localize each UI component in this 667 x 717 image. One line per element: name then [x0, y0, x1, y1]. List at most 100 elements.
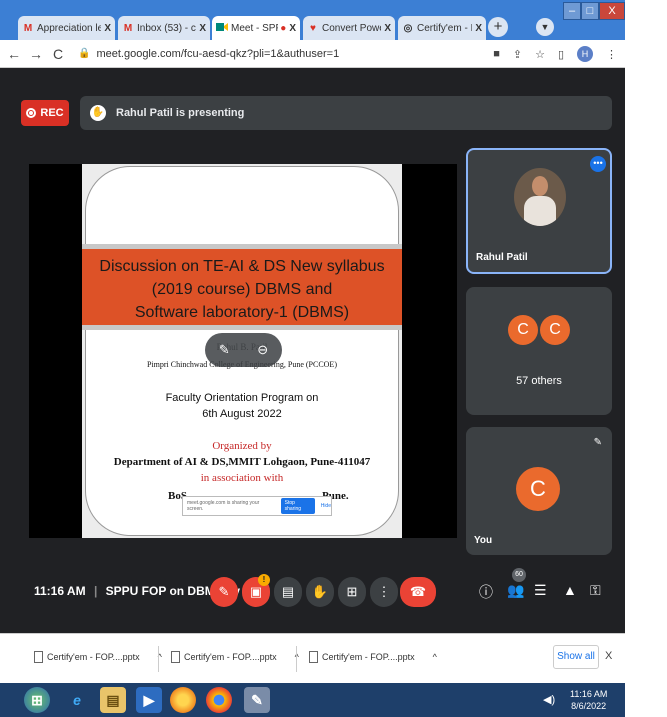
download-item[interactable]: Certify'em - FOP....pptx ^: [309, 651, 437, 663]
tab-meet[interactable]: Meet - SPPU ● X: [212, 16, 300, 40]
volume-icon[interactable]: ◀): [543, 693, 555, 706]
paint-icon[interactable]: ✎: [244, 687, 270, 713]
activities-icon[interactable]: ▲: [563, 582, 577, 598]
avatar: [514, 168, 566, 226]
hand-icon: ✋: [311, 584, 329, 599]
bookmark-star-icon[interactable]: ☆: [535, 48, 545, 61]
meeting-info-icon[interactable]: ⓘ: [479, 582, 493, 602]
stop-sharing-button[interactable]: Stop sharing: [280, 498, 315, 514]
firefox-icon[interactable]: [170, 687, 196, 713]
meeting-time: 11:16 AM: [34, 584, 86, 598]
media-player-icon[interactable]: ▶: [136, 687, 162, 713]
avatar: C: [508, 315, 538, 345]
file-explorer-icon[interactable]: ▤: [100, 687, 126, 713]
address-bar-row: ← → C 🔒 meet.google.com/fcu-aesd-qkz?pli…: [0, 40, 625, 68]
back-icon[interactable]: ←: [6, 46, 22, 62]
rec-label: REC: [40, 107, 64, 119]
new-tab-button[interactable]: +: [488, 17, 508, 37]
leave-call-button[interactable]: ☎: [400, 577, 436, 607]
tab-close-icon[interactable]: X: [384, 23, 391, 34]
slide-department: Department of AI & DS,MMIT Lohgaon, Pune…: [113, 456, 371, 468]
download-filename: Certify'em - FOP....pptx: [184, 652, 277, 662]
chrome-icon[interactable]: [206, 687, 232, 713]
tab-close-icon[interactable]: X: [475, 23, 482, 34]
tab-certifyem[interactable]: ◎ Certify'em - FOF X: [398, 16, 486, 40]
chat-icon[interactable]: ☰: [534, 582, 547, 599]
tab-inbox[interactable]: M Inbox (53) - comp X: [118, 16, 210, 40]
participant-name: You: [474, 535, 493, 546]
slide-title-line: Software laboratory-1 (DBMS): [134, 304, 350, 321]
lock-icon[interactable]: 🔒: [78, 48, 90, 59]
download-filename: Certify'em - FOP....pptx: [322, 652, 415, 662]
present-icon: ⊞: [346, 584, 358, 599]
minimize-button[interactable]: –: [563, 2, 581, 20]
slide-organized-by: Organized by: [212, 440, 272, 452]
tab-close-icon[interactable]: X: [289, 23, 296, 34]
file-icon: [309, 651, 318, 663]
page-margin: [625, 0, 667, 717]
gmail-icon: M: [23, 22, 33, 34]
show-all-button[interactable]: Show all: [553, 645, 599, 669]
presenter-avatar-icon: ✋: [90, 105, 106, 121]
camera-indicator-icon[interactable]: ■: [493, 48, 500, 60]
windows-taskbar: ⊞ e ▤ ▶ ✎ ◀) 11:16 AM 8/6/2022: [0, 683, 625, 717]
internet-explorer-icon[interactable]: e: [64, 687, 90, 713]
menu-dots-icon[interactable]: ⋮: [606, 48, 617, 61]
present-button[interactable]: ⊞: [338, 577, 366, 607]
captions-button[interactable]: ▤: [274, 577, 302, 607]
hide-button[interactable]: Hide: [321, 503, 331, 509]
downloads-bar: Certify'em - FOP....pptx ^ Certify'em - …: [0, 633, 625, 683]
reload-icon[interactable]: C: [50, 46, 66, 62]
url-field[interactable]: meet.google.com/fcu-aesd-qkz?pli=1&authu…: [96, 48, 339, 60]
pin-icon[interactable]: ✎: [219, 342, 230, 358]
meet-icon: [216, 22, 228, 35]
remove-icon[interactable]: ⊖: [257, 342, 268, 358]
tab-close-icon[interactable]: X: [199, 23, 206, 34]
participant-tile-presenter[interactable]: ••• Rahul Patil: [466, 148, 612, 274]
side-panel-icon[interactable]: ▯: [558, 48, 564, 61]
tab-search-button[interactable]: ▼: [536, 18, 554, 36]
toolbar-actions: ■ ⇪ ☆ ▯ H ⋮: [493, 46, 617, 62]
close-window-button[interactable]: X: [599, 2, 625, 20]
tab-label: Certify'em - FOF: [417, 22, 472, 34]
people-icon[interactable]: 👥: [507, 582, 524, 599]
close-downloads-button[interactable]: X: [605, 650, 612, 662]
slide-title-banner: Discussion on TE-AI & DS New syllabus (2…: [82, 244, 402, 330]
tab-label: Convert Powerpo: [322, 22, 381, 34]
participant-tile-self[interactable]: ✎ C You: [466, 427, 612, 555]
raise-hand-button[interactable]: ✋: [306, 577, 334, 607]
tab-appreciation[interactable]: M Appreciation lette X: [18, 16, 115, 40]
more-options-icon[interactable]: •••: [590, 156, 606, 172]
file-icon: [171, 651, 180, 663]
host-controls-icon[interactable]: ⚿: [590, 582, 601, 599]
recording-dot-icon: ●: [280, 22, 287, 34]
taskbar-clock[interactable]: 11:16 AM 8/6/2022: [570, 688, 607, 712]
maximize-button[interactable]: □: [581, 2, 599, 20]
tab-close-icon[interactable]: X: [104, 23, 111, 34]
profile-avatar[interactable]: H: [577, 46, 593, 62]
mic-off-icon: ✎: [218, 584, 230, 599]
start-button-icon[interactable]: ⊞: [24, 687, 50, 713]
presenting-text: Rahul Patil is presenting: [116, 107, 245, 119]
mic-off-icon: ✎: [593, 437, 602, 448]
mic-toggle-button[interactable]: ✎: [210, 577, 238, 607]
slide-program-line: Faculty Orientation Program on: [165, 392, 319, 404]
download-item[interactable]: Certify'em - FOP....pptx ^: [34, 651, 162, 663]
tab-convert[interactable]: ♥ Convert Powerpo X: [303, 16, 395, 40]
participant-name: Rahul Patil: [476, 252, 528, 263]
tab-label: Appreciation lette: [37, 22, 102, 34]
more-options-button[interactable]: ⋮: [370, 577, 398, 607]
forward-icon[interactable]: →: [28, 46, 44, 62]
participants-count-badge: 60: [512, 568, 526, 582]
presenting-banner: ✋ Rahul Patil is presenting: [80, 96, 612, 130]
screen-share-notice: meet.google.com is sharing your screen. …: [182, 496, 332, 516]
share-icon[interactable]: ⇪: [513, 48, 522, 61]
slide-title-line: Discussion on TE-AI & DS New syllabus: [99, 258, 385, 275]
clock-time: 11:16 AM: [570, 689, 608, 699]
download-item[interactable]: Certify'em - FOP....pptx ^: [171, 651, 299, 663]
slide-program-date: 6th August 2022: [202, 408, 282, 420]
participant-tile-others[interactable]: C C 57 others: [466, 287, 612, 415]
share-notice-text: meet.google.com is sharing your screen.: [187, 500, 260, 512]
chevron-up-icon[interactable]: ^: [433, 652, 437, 662]
record-icon: [26, 108, 37, 118]
